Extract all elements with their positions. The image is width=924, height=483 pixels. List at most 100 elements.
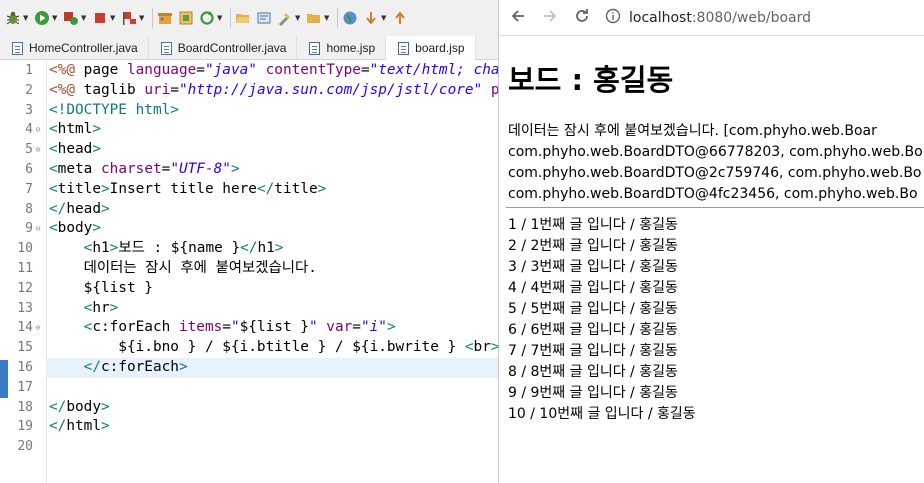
code-token: ${i.bno } / ${i.btitle } / ${i.bwrite }: [49, 339, 465, 356]
code-line[interactable]: </c:forEach>: [47, 357, 498, 378]
chevron-down-icon[interactable]: ▼: [139, 14, 146, 22]
back-button[interactable]: [505, 5, 531, 31]
chevron-down-icon[interactable]: ▼: [81, 14, 88, 22]
open-task-button[interactable]: [255, 9, 273, 27]
editor-tab-bar: HomeController.java BoardController.java h…: [0, 36, 498, 60]
stop-icon: [91, 9, 109, 27]
line-number-text: 3: [25, 102, 33, 118]
list-item: 9 / 9번째 글 입니다 / 홍길동: [508, 385, 678, 401]
code-token: =: [360, 62, 370, 78]
code-line[interactable]: <hr>: [47, 299, 498, 319]
ide-toolbar: ▼ ▼ ▼ ▼ ▼ ▼ ▼ ▼ ▼: [0, 0, 498, 36]
fold-toggle-icon[interactable]: ⊖: [34, 140, 42, 160]
code-token: >: [100, 398, 110, 415]
code-line[interactable]: </head>: [47, 200, 498, 220]
code-line[interactable]: </html>: [47, 417, 498, 437]
code-line[interactable]: <title>Insert title here</title>: [47, 180, 498, 200]
code-line[interactable]: [47, 378, 498, 398]
debug-button[interactable]: ▼: [4, 9, 30, 27]
line-number: 9 ⊖: [8, 219, 46, 239]
chevron-down-icon[interactable]: ▼: [23, 14, 30, 22]
editor-tab[interactable]: home.jsp: [297, 36, 387, 60]
chevron-down-icon[interactable]: ▼: [217, 14, 224, 22]
code-line[interactable]: <h1>보드 : ${name }</h1>: [47, 239, 498, 259]
info-icon[interactable]: [605, 8, 621, 28]
code-token: <: [49, 220, 58, 237]
url-text[interactable]: localhost:8080/web/board: [629, 10, 811, 26]
code-token: </: [49, 418, 67, 435]
line-number-text: 2: [25, 82, 33, 98]
address-bar[interactable]: localhost:8080/web/board: [605, 4, 924, 32]
code-editor[interactable]: 1 2 3 4 ⊖ 5 ⊖ 6 7 8 9 ⊖ 10 11 12 13 14 ⊖ 15 16 17 18 19 20 <%@ …: [0, 61, 498, 483]
code-token: >: [109, 299, 119, 316]
code-token: ": [230, 319, 240, 336]
search-button[interactable]: ▼: [276, 9, 302, 27]
line-number-text: 16: [17, 359, 33, 375]
code-line[interactable]: </body>: [47, 398, 498, 418]
chevron-down-icon[interactable]: ▼: [295, 14, 302, 22]
code-token: >: [491, 339, 498, 355]
forward-button[interactable]: [537, 5, 563, 31]
code-token: >: [178, 358, 188, 375]
editor-tab[interactable]: board.jsp: [386, 36, 476, 60]
stop-button[interactable]: ▼: [91, 9, 117, 27]
chevron-down-icon[interactable]: ▼: [110, 14, 117, 22]
code-line[interactable]: <meta charset="UTF-8">: [47, 160, 498, 180]
fold-toggle-icon[interactable]: ⊖: [34, 120, 42, 140]
coverage-button[interactable]: ▼: [62, 9, 88, 27]
code-token: head: [57, 141, 93, 158]
code-token: title: [57, 180, 101, 197]
code-area[interactable]: <%@ page language="java" contentType="te…: [46, 61, 498, 483]
new-package-button[interactable]: [156, 9, 174, 27]
prev-annotation-button[interactable]: [391, 9, 409, 27]
reload-button[interactable]: [569, 5, 595, 31]
web-browser-button[interactable]: [341, 9, 359, 27]
code-line[interactable]: <!DOCTYPE html>: [47, 101, 498, 121]
code-token: </: [49, 200, 67, 217]
code-line[interactable]: 데이터는 잠시 후에 붙여보겠습니다.: [47, 259, 498, 279]
server-button[interactable]: ▼: [120, 9, 146, 27]
paragraph-line: com.phyho.web.BoardDTO@4fc23456, com.phy…: [508, 186, 918, 202]
editor-tab[interactable]: HomeController.java: [0, 36, 149, 60]
code-line[interactable]: <body>: [47, 219, 498, 239]
fold-toggle-icon[interactable]: ⊖: [34, 219, 42, 239]
code-token: ${list }: [49, 279, 153, 296]
chevron-down-icon[interactable]: ▼: [52, 14, 59, 22]
code-token: >: [92, 220, 101, 237]
code-line[interactable]: ${list }: [47, 279, 498, 299]
code-token: html: [57, 121, 93, 138]
code-line[interactable]: ${i.bno } / ${i.btitle } / ${i.bwrite } …: [47, 338, 498, 358]
open-type-button[interactable]: [234, 9, 252, 27]
line-number: 11: [8, 259, 46, 279]
run-button[interactable]: ▼: [33, 9, 59, 27]
code-token: html: [66, 418, 101, 435]
code-line[interactable]: <%@ page language="java" contentType="te…: [47, 61, 498, 81]
chevron-down-icon[interactable]: ▼: [324, 14, 331, 22]
list-item: 3 / 3번째 글 입니다 / 홍길동: [508, 259, 678, 275]
code-token: 데이터는 잠시 후에 붙여보겠습니다.: [49, 259, 317, 276]
code-line[interactable]: <html>: [47, 120, 498, 140]
open-folder-button[interactable]: ▼: [305, 9, 331, 27]
line-number: 12: [8, 279, 46, 299]
new-class-button[interactable]: [177, 9, 195, 27]
code-line[interactable]: [47, 437, 498, 457]
task-icon: [255, 9, 273, 27]
list-item: 10 / 10번째 글 입니다 / 홍길동: [508, 406, 696, 422]
code-token: >: [101, 180, 110, 197]
editor-tab[interactable]: BoardController.java: [149, 36, 298, 60]
chevron-down-icon[interactable]: ▼: [381, 14, 388, 22]
fold-toggle-icon[interactable]: ⊖: [34, 318, 42, 338]
code-token: >: [230, 160, 240, 177]
line-number-text: 12: [17, 280, 33, 296]
class-icon: [177, 9, 195, 27]
next-annotation-button[interactable]: ▼: [362, 9, 388, 27]
line-number-text: 15: [17, 340, 33, 356]
refresh-button[interactable]: ▼: [198, 9, 224, 27]
folder-open-icon: [234, 9, 252, 27]
code-line[interactable]: <%@ taglib uri="http://java.sun.com/jsp/…: [47, 81, 498, 101]
code-line[interactable]: <c:forEach items="${list }" var="i">: [47, 318, 498, 338]
code-line[interactable]: <head>: [47, 140, 498, 160]
line-number-text: 6: [25, 161, 33, 177]
board-list: 1 / 1번째 글 입니다 / 홍길동 2 / 2번째 글 입니다 / 홍길동 3 …: [508, 215, 924, 425]
